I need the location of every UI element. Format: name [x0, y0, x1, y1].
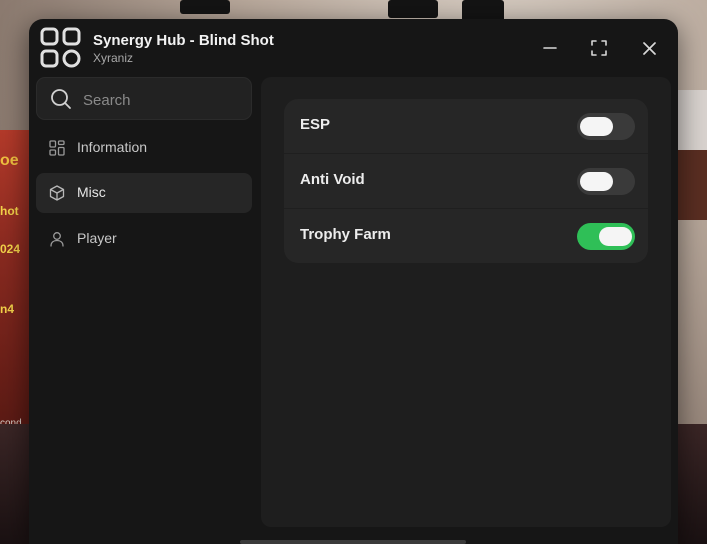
esp-toggle[interactable] — [577, 113, 635, 140]
main-window: Synergy Hub - Blind Shot Xyraniz Search … — [29, 19, 678, 544]
user-icon — [50, 232, 64, 247]
minimize-icon — [543, 47, 557, 49]
search-input[interactable] — [81, 87, 245, 113]
sidebar-item-label: Misc — [77, 184, 106, 200]
background-block — [180, 0, 230, 14]
settings-group: ESP Anti Void Trophy Farm — [284, 99, 648, 263]
setting-label: Anti Void — [300, 171, 365, 188]
toggle-knob — [580, 172, 613, 191]
anti-void-toggle[interactable] — [577, 168, 635, 195]
sidebar: Information Misc Player — [29, 77, 259, 544]
content-panel: ESP Anti Void Trophy Farm — [261, 77, 671, 527]
setting-row-trophy-farm: Trophy Farm — [284, 209, 648, 263]
sidebar-item-player[interactable]: Player — [36, 219, 252, 259]
window-title: Synergy Hub - Blind Shot — [93, 32, 274, 49]
trophy-farm-toggle[interactable] — [577, 223, 635, 250]
minimize-button[interactable] — [536, 34, 564, 62]
maximize-button[interactable] — [585, 34, 613, 62]
sidebar-item-label: Information — [77, 139, 148, 155]
setting-row-esp: ESP — [284, 99, 648, 154]
home-indicator[interactable] — [240, 540, 466, 544]
background-crate — [677, 150, 707, 220]
toggle-knob — [599, 227, 632, 246]
search-icon — [51, 89, 71, 109]
setting-label: ESP — [300, 116, 331, 133]
toggle-knob — [580, 117, 613, 136]
grid-icon — [49, 140, 65, 156]
sidebar-item-information[interactable]: Information — [36, 128, 252, 168]
cube-icon — [49, 185, 65, 201]
sidebar-item-misc[interactable]: Misc — [36, 173, 252, 213]
setting-label: Trophy Farm — [300, 226, 391, 243]
close-button[interactable] — [635, 34, 663, 62]
setting-row-anti-void: Anti Void — [284, 154, 648, 209]
sidebar-item-label: Player — [77, 230, 117, 246]
background-block — [388, 0, 438, 18]
window-subtitle: Xyraniz — [93, 51, 134, 65]
close-icon — [642, 41, 656, 55]
maximize-icon — [591, 40, 607, 56]
search-box[interactable] — [36, 77, 252, 120]
app-logo-icon — [40, 27, 81, 68]
title-bar[interactable]: Synergy Hub - Blind Shot Xyraniz — [29, 19, 678, 77]
